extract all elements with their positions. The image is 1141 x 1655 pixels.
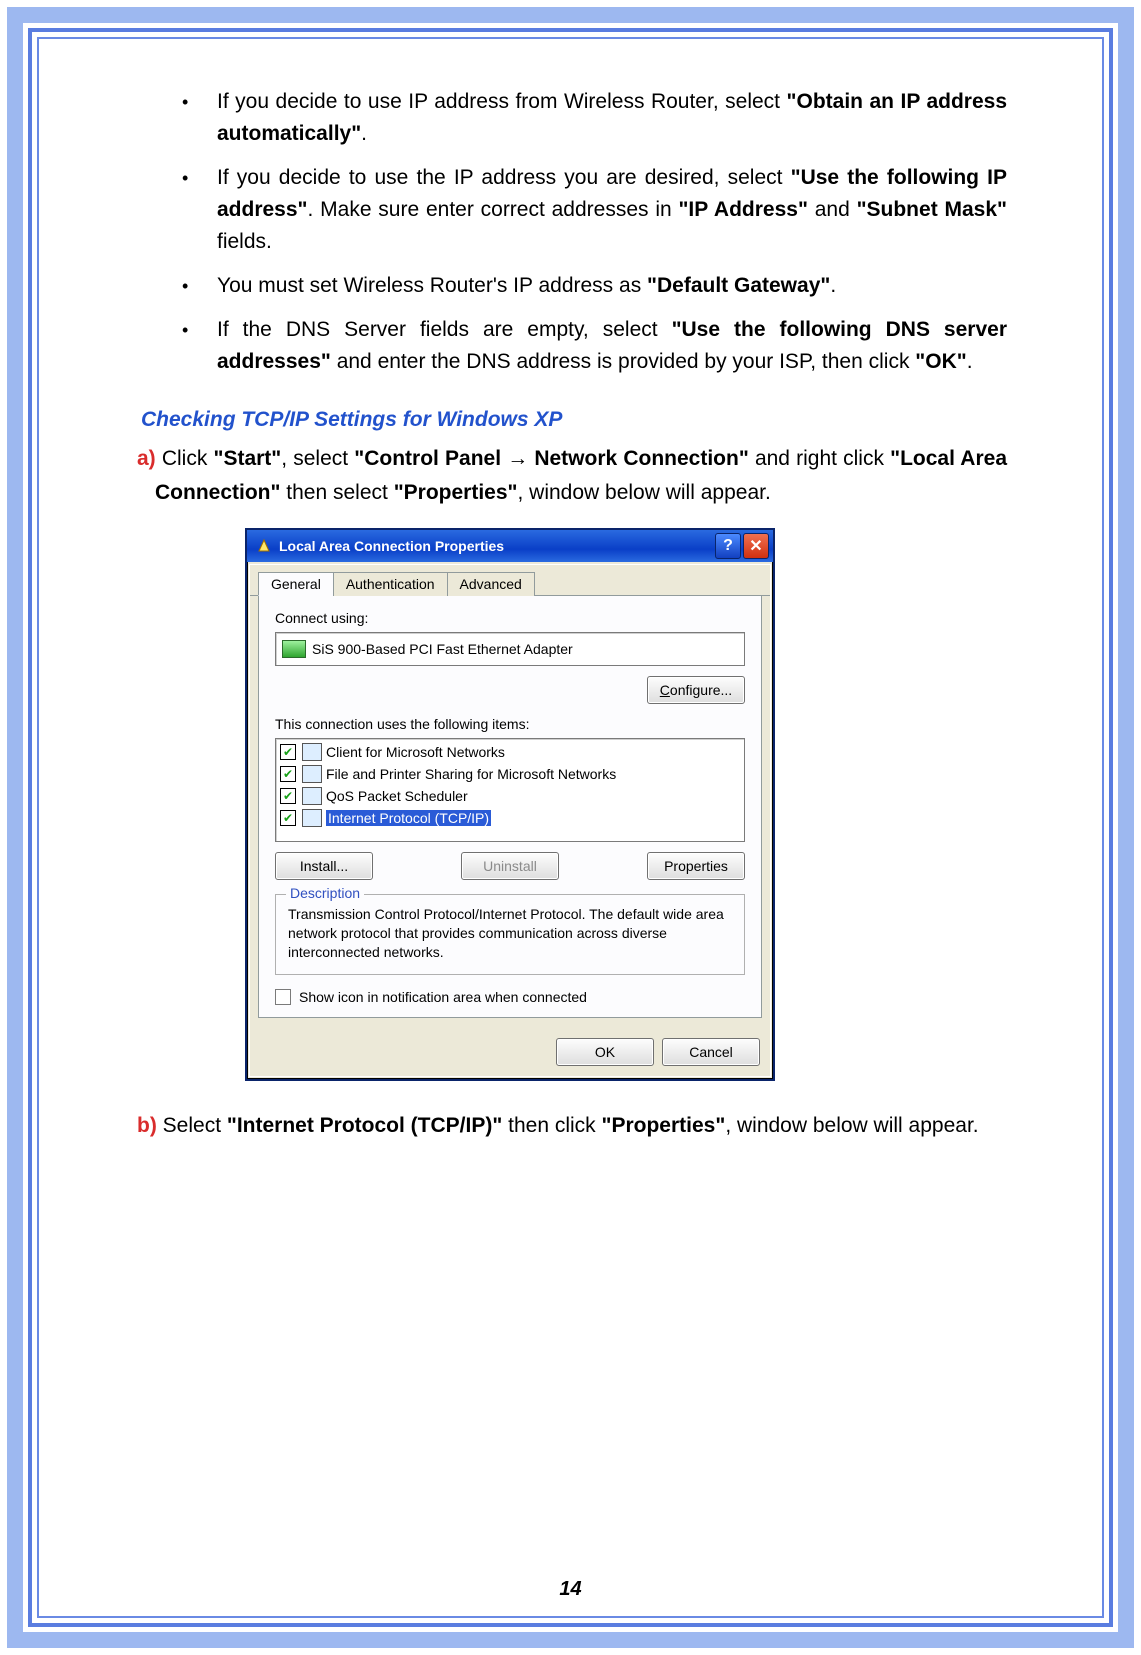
items-label: This connection uses the following items… [275,716,745,732]
tab-advanced[interactable]: Advanced [447,572,535,596]
text-bold: "Internet Protocol (TCP/IP)" [227,1114,502,1137]
titlebar[interactable]: Local Area Connection Properties ? ✕ [247,530,773,562]
step-b: b) Select "Internet Protocol (TCP/IP)" t… [137,1109,1007,1143]
help-button[interactable]: ? [715,533,741,559]
text-bold: "Start" [213,447,281,470]
checkbox-icon[interactable] [275,989,291,1005]
tab-authentication[interactable]: Authentication [333,572,448,596]
text: and [808,198,857,221]
screenshot-dialog: Local Area Connection Properties ? ✕ Gen… [245,528,1007,1081]
step-letter: b) [137,1114,157,1137]
description-text: Transmission Control Protocol/Internet P… [288,905,732,962]
text-bold: "IP Address" [678,198,807,221]
text: . [830,274,836,297]
adapter-field: SiS 900-Based PCI Fast Ethernet Adapter [275,632,745,666]
text: If you decide to use IP address from Wir… [217,90,787,113]
step-a: a) Click "Start", select "Control Panel … [137,442,1007,510]
text: then click [502,1114,601,1137]
text: , window below will appear. [725,1114,978,1137]
dialog-buttons: OK Cancel [250,1028,770,1076]
text: If you decide to use the IP address you … [217,166,791,189]
connect-using-label: Connect using: [275,610,745,626]
text: Select [157,1114,227,1137]
text: If the DNS Server fields are empty, sele… [217,318,672,341]
list-item[interactable]: ✔ File and Printer Sharing for Microsoft… [278,763,742,785]
bullet-item: You must set Wireless Router's IP addres… [137,270,1007,302]
text-bold: "Default Gateway" [647,274,830,297]
checkbox-icon[interactable]: ✔ [280,788,296,804]
label: Install... [300,858,348,874]
page-content: If you decide to use IP address from Wir… [137,86,1007,1159]
close-button[interactable]: ✕ [743,533,769,559]
description-fieldset: Description Transmission Control Protoco… [275,894,745,975]
description-legend: Description [286,885,364,901]
cancel-button[interactable]: Cancel [662,1038,760,1066]
properties-button[interactable]: Properties [647,852,745,880]
text: fields. [217,230,272,253]
connection-items-listbox[interactable]: ✔ Client for Microsoft Networks ✔ File a… [275,738,745,842]
bullet-item: If the DNS Server fields are empty, sele… [137,314,1007,378]
list-item-label: Client for Microsoft Networks [326,744,505,760]
checkbox-icon[interactable]: ✔ [280,744,296,760]
text: and right click [749,447,890,470]
text-bold: Network Connection" [528,447,749,470]
label: OK [595,1044,615,1060]
text: You must set Wireless Router's IP addres… [217,274,647,297]
list-item-label: QoS Packet Scheduler [326,788,468,804]
protocol-icon [302,809,322,827]
arrow-icon: → [507,447,528,470]
configure-button[interactable]: Configure... [647,676,745,704]
bullet-item: If you decide to use the IP address you … [137,162,1007,258]
tab-general[interactable]: General [258,572,334,596]
tabs: General Authentication Advanced [250,565,770,596]
close-icon: ✕ [749,536,762,556]
label: Uninstall [483,858,537,874]
dialog-body: General Authentication Advanced Connect … [249,564,771,1077]
service-icon [302,787,322,805]
text: . [361,122,367,145]
text-bold: "Subnet Mask" [857,198,1007,221]
text: , select [281,447,354,470]
step-letter: a) [137,447,156,470]
install-button[interactable]: Install... [275,852,373,880]
service-icon [302,743,322,761]
section-heading: Checking TCP/IP Settings for Windows XP [141,408,1007,432]
text-bold: "OK" [915,350,966,373]
show-icon-label: Show icon in notification area when conn… [299,989,587,1005]
tab-panel-general: Connect using: SiS 900-Based PCI Fast Et… [258,596,762,1018]
network-icon [255,537,273,555]
adapter-name: SiS 900-Based PCI Fast Ethernet Adapter [312,641,573,657]
nic-icon [282,640,306,658]
list-item[interactable]: ✔ QoS Packet Scheduler [278,785,742,807]
text: , window below will appear. [517,481,770,504]
bullet-list: If you decide to use IP address from Wir… [137,86,1007,378]
checkbox-icon[interactable]: ✔ [280,766,296,782]
help-icon: ? [723,537,733,555]
label: Cancel [689,1044,733,1060]
bullet-item: If you decide to use IP address from Wir… [137,86,1007,150]
text: and enter the DNS address is provided by… [331,350,915,373]
page-frame: If you decide to use IP address from Wir… [0,0,1141,1655]
list-item-tcpip[interactable]: ✔ Internet Protocol (TCP/IP) [278,807,742,829]
window-title: Local Area Connection Properties [279,538,504,554]
list-item-label: Internet Protocol (TCP/IP) [326,810,491,826]
text-bold: "Properties" [394,481,518,504]
list-item-label: File and Printer Sharing for Microsoft N… [326,766,616,782]
show-icon-checkbox-row[interactable]: Show icon in notification area when conn… [275,989,745,1005]
text: Click [156,447,214,470]
text: . Make sure enter correct addresses in [308,198,679,221]
label: Properties [664,858,728,874]
uninstall-button[interactable]: Uninstall [461,852,559,880]
label: onfigure... [670,682,732,698]
local-area-connection-properties-dialog: Local Area Connection Properties ? ✕ Gen… [245,528,775,1081]
text-bold: "Control Panel [354,447,507,470]
checkbox-icon[interactable]: ✔ [280,810,296,826]
text-bold: "Properties" [602,1114,726,1137]
service-icon [302,765,322,783]
list-item[interactable]: ✔ Client for Microsoft Networks [278,741,742,763]
ok-button[interactable]: OK [556,1038,654,1066]
text: . [967,350,973,373]
page-number: 14 [0,1578,1141,1601]
text: then select [280,481,393,504]
